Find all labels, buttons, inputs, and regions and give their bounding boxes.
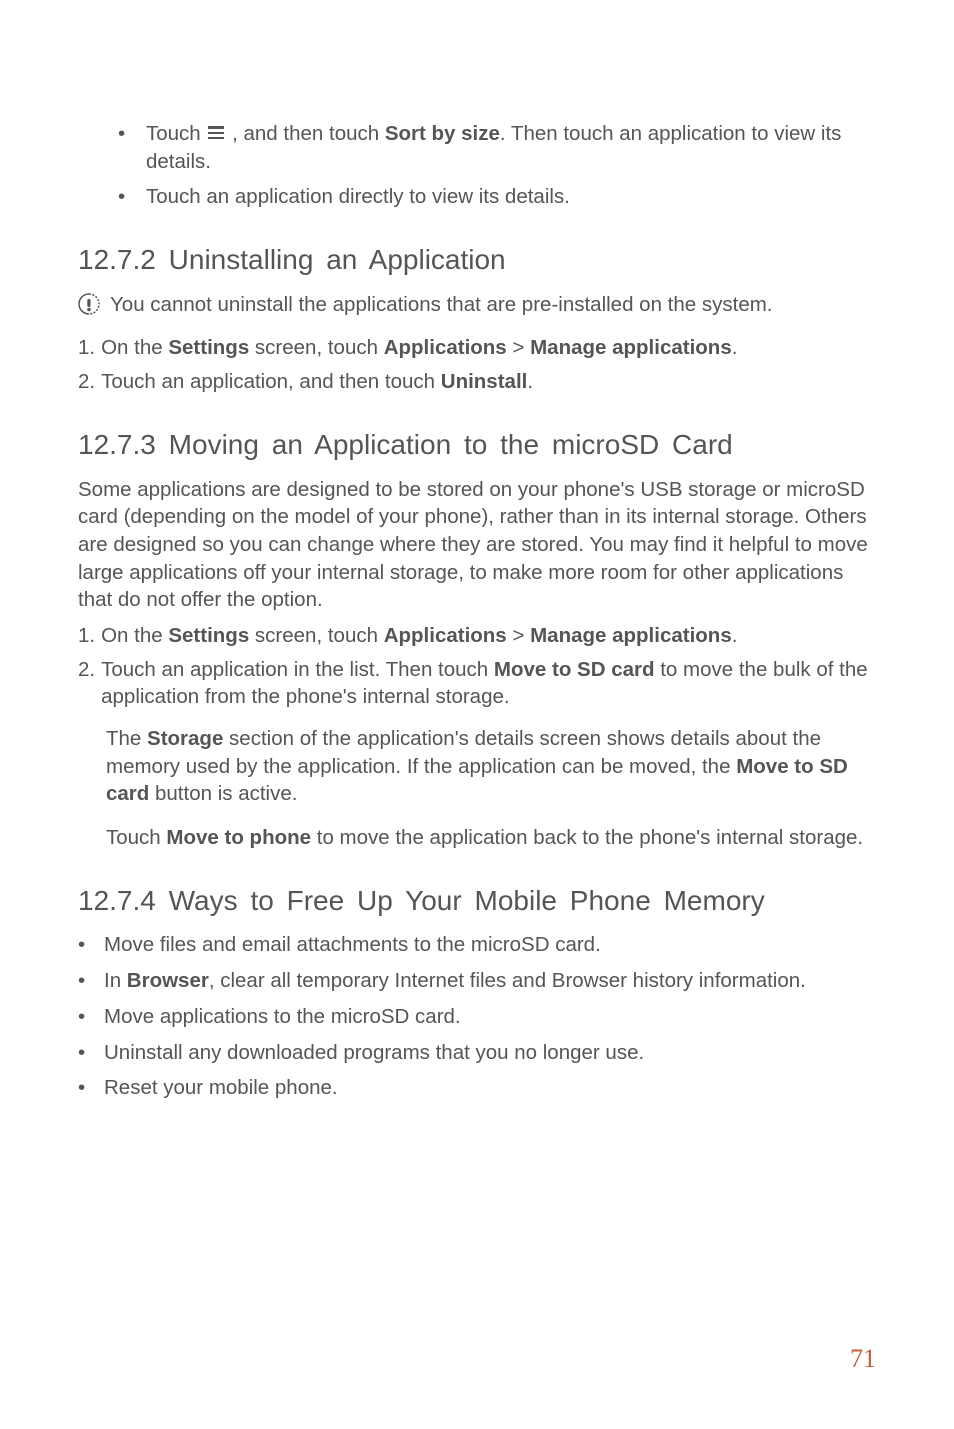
text-run: Touch — [146, 122, 206, 145]
list-item-text: On the Settings screen, touch Applicatio… — [101, 622, 876, 650]
text-run: On the — [101, 624, 168, 647]
text-bold: Manage applications — [530, 336, 732, 359]
numbered-list-item: 2. Touch an application, and then touch … — [78, 368, 876, 396]
intro-paragraph: Some applications are designed to be sto… — [78, 476, 876, 614]
bullet-mark: • — [118, 183, 138, 211]
list-item: • In Browser, clear all temporary Intern… — [78, 967, 876, 995]
sub-paragraph: The Storage section of the application's… — [78, 725, 876, 808]
text-run: In — [104, 969, 127, 992]
list-item: • Touch an application directly to view … — [78, 183, 876, 211]
text-run: . — [732, 336, 738, 359]
menu-icon — [206, 120, 226, 148]
number-mark: 1. — [78, 334, 95, 362]
text-run: Touch an application, and then touch — [101, 370, 441, 393]
list-item: • Move applications to the microSD card. — [78, 1003, 876, 1031]
info-icon — [78, 293, 100, 323]
bullet-mark: • — [78, 1039, 96, 1067]
heading-1272: 12.7.2 Uninstalling an Application — [78, 241, 876, 279]
text-run: Touch an application in the list. Then t… — [101, 658, 494, 681]
callout-note: You cannot uninstall the applications th… — [78, 291, 876, 323]
text-run: , and then touch — [232, 122, 385, 145]
text-run: > — [507, 336, 530, 359]
text-bold: Move to SD card — [494, 658, 655, 681]
list-item-text: Move files and email attachments to the … — [104, 931, 601, 959]
list-item: • Move files and email attachments to th… — [78, 931, 876, 959]
bullet-mark: • — [78, 1074, 96, 1102]
numbered-list-item: 1. On the Settings screen, touch Applica… — [78, 334, 876, 362]
text-run: screen, touch — [249, 624, 383, 647]
number-mark: 2. — [78, 368, 95, 396]
list-item: • Uninstall any downloaded programs that… — [78, 1039, 876, 1067]
text-run: to move the application back to the phon… — [311, 826, 863, 849]
bullet-mark: • — [78, 967, 96, 995]
heading-1273: 12.7.3 Moving an Application to the micr… — [78, 426, 876, 464]
text-bold: Manage applications — [530, 624, 732, 647]
callout-text: You cannot uninstall the applications th… — [110, 291, 773, 319]
list-item: • Touch , and then touch Sort by size. T… — [78, 120, 876, 175]
text-bold: Applications — [384, 336, 507, 359]
text-run: On the — [101, 336, 168, 359]
text-bold: Storage — [147, 727, 223, 750]
text-run: The — [106, 727, 147, 750]
sub-paragraph: Touch Move to phone to move the applicat… — [78, 824, 876, 852]
bullet-mark: • — [118, 120, 138, 148]
text-run: . — [732, 624, 738, 647]
page-number: 71 — [850, 1344, 876, 1374]
text-run: > — [507, 624, 530, 647]
list-item-text: Touch , and then touch Sort by size. The… — [146, 120, 876, 175]
list-item-text: Uninstall any downloaded programs that y… — [104, 1039, 644, 1067]
text-run: screen, touch — [249, 336, 383, 359]
text-run: , clear all temporary Internet files and… — [209, 969, 806, 992]
list-item-text: Reset your mobile phone. — [104, 1074, 338, 1102]
list-item-text: Touch an application, and then touch Uni… — [101, 368, 876, 396]
text-bold: Sort by size — [385, 122, 500, 145]
list-item-text: On the Settings screen, touch Applicatio… — [101, 334, 876, 362]
list-item: • Reset your mobile phone. — [78, 1074, 876, 1102]
text-run: button is active. — [149, 782, 297, 805]
text-run: . — [527, 370, 533, 393]
bullet-mark: • — [78, 1003, 96, 1031]
text-bold: Uninstall — [441, 370, 528, 393]
heading-1274: 12.7.4 Ways to Free Up Your Mobile Phone… — [78, 882, 876, 920]
list-item-text: In Browser, clear all temporary Internet… — [104, 967, 806, 995]
text-bold: Browser — [127, 969, 209, 992]
number-mark: 1. — [78, 622, 95, 650]
list-item-text: Touch an application in the list. Then t… — [101, 656, 876, 711]
text-bold: Applications — [384, 624, 507, 647]
number-mark: 2. — [78, 656, 95, 684]
list-item-text: Touch an application directly to view it… — [146, 183, 570, 211]
numbered-list-item: 2. Touch an application in the list. The… — [78, 656, 876, 711]
text-bold: Settings — [168, 624, 249, 647]
list-item-text: Move applications to the microSD card. — [104, 1003, 461, 1031]
bullet-mark: • — [78, 931, 96, 959]
text-bold: Move to phone — [166, 826, 311, 849]
text-run: Touch — [106, 826, 166, 849]
numbered-list-item: 1. On the Settings screen, touch Applica… — [78, 622, 876, 650]
text-bold: Settings — [168, 336, 249, 359]
